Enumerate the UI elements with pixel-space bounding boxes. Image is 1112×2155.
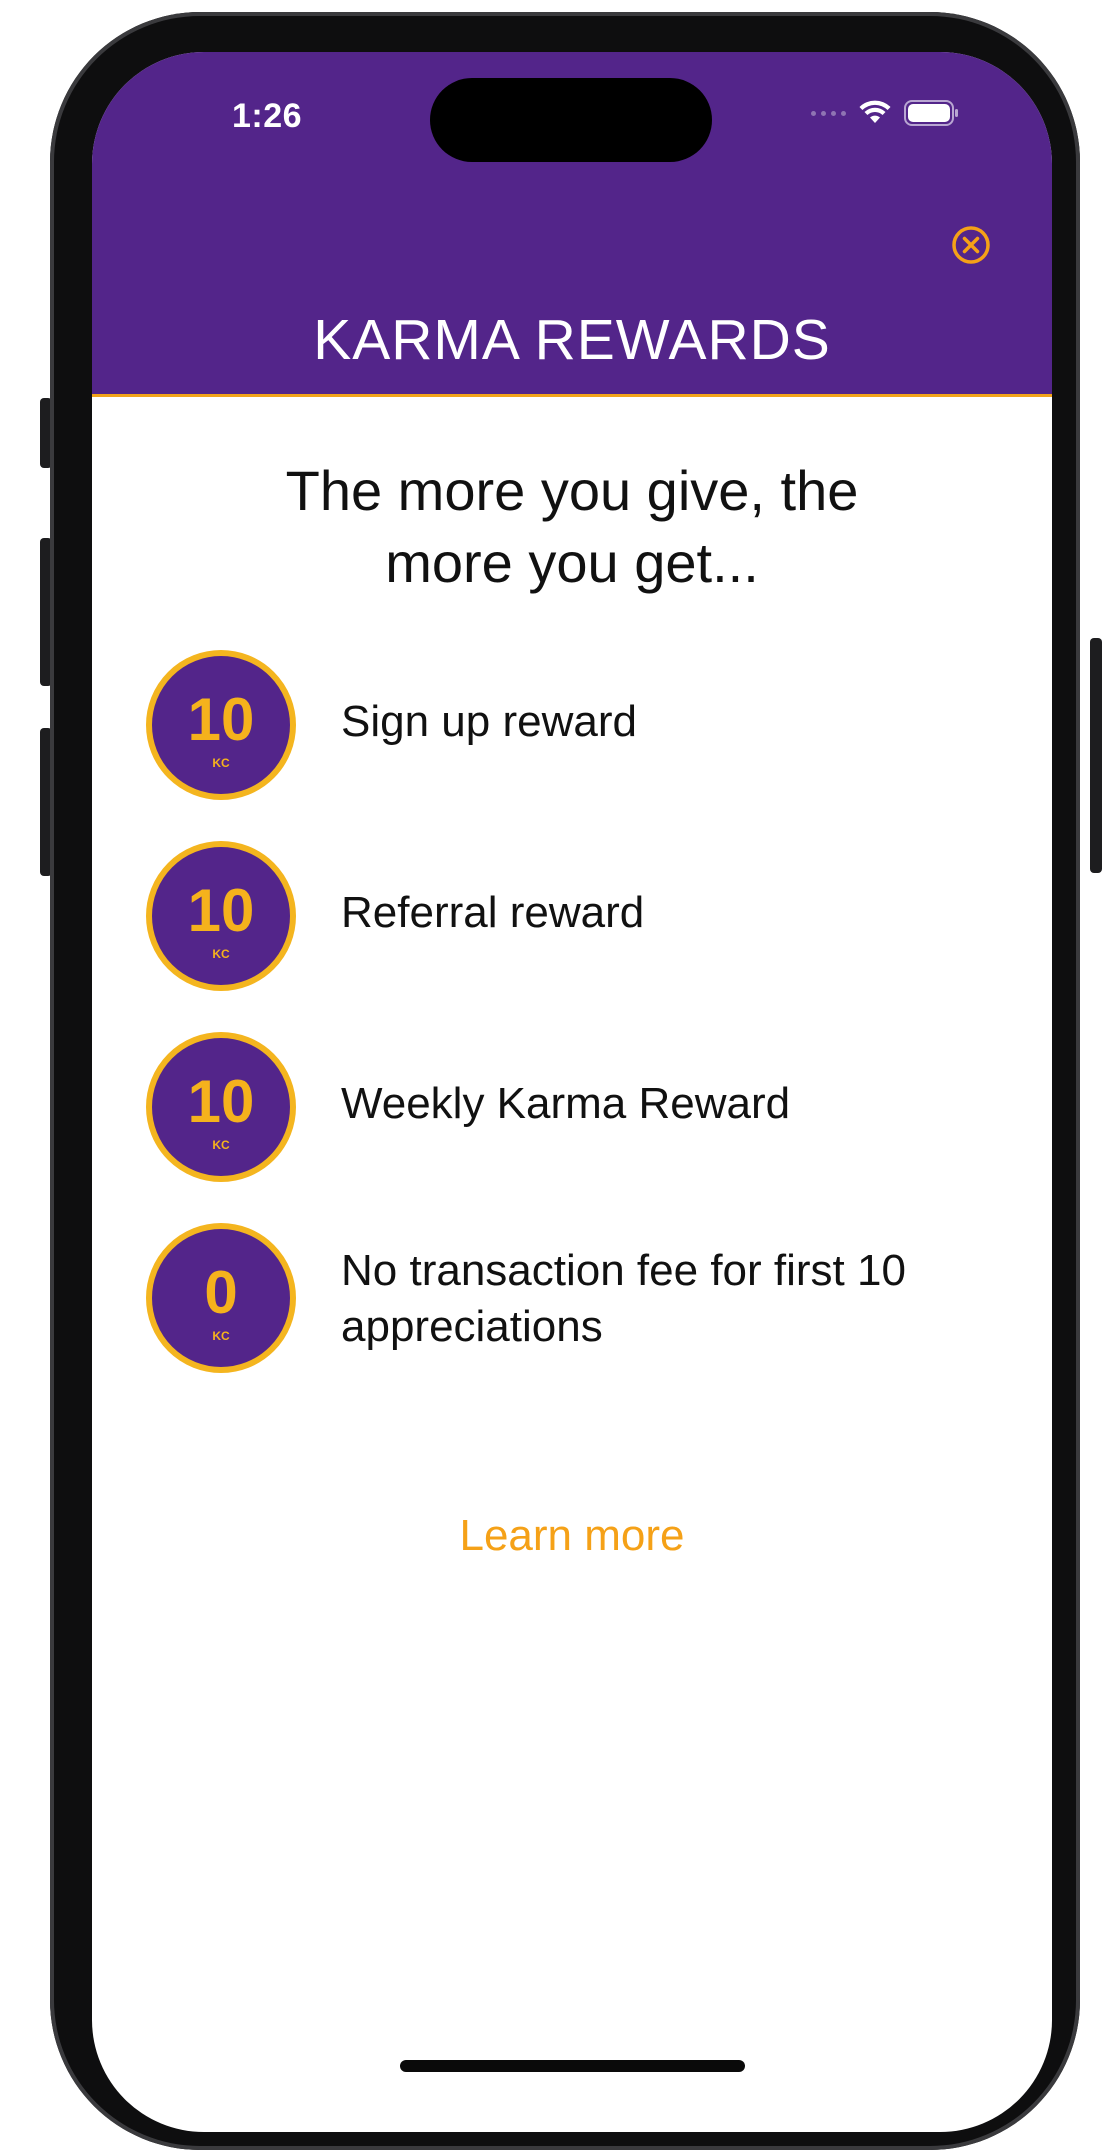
wifi-icon (859, 100, 891, 123)
cellular-signal-icon (811, 110, 846, 116)
learn-more-link[interactable]: Learn more (459, 1511, 684, 1560)
reward-label: Referral reward (341, 888, 645, 937)
reward-item-no-fee: 0 KC No transaction fee for first 10 app… (92, 1223, 1052, 1383)
tagline: The more you give, the more you get... (92, 455, 1052, 599)
karma-coin-icon: 10 KC (146, 841, 296, 991)
coin-unit: KC (212, 1138, 230, 1152)
battery-icon (904, 100, 958, 126)
header-bar: 1:26 KARMA REWARDS (92, 52, 1052, 397)
coin-value: 10 (187, 1068, 255, 1135)
coin-unit: KC (212, 756, 230, 770)
device-stage: 1:26 KARMA REWARDS The more you give, th… (0, 0, 1112, 2155)
app-screen: 1:26 KARMA REWARDS The more you give, th… (92, 52, 1052, 2132)
dynamic-island (430, 78, 712, 162)
reward-item-referral: 10 KC Referral reward (92, 841, 1052, 1001)
reward-item-weekly: 10 KC Weekly Karma Reward (92, 1032, 1052, 1192)
coin-unit: KC (212, 1329, 230, 1343)
reward-item-signup: 10 KC Sign up reward (92, 650, 1052, 810)
reward-label: Sign up reward (341, 697, 637, 746)
tagline-line-1: The more you give, the (285, 459, 859, 522)
karma-coin-icon: 10 KC (146, 1032, 296, 1182)
close-button[interactable] (950, 224, 992, 266)
status-indicators (811, 100, 960, 126)
learn-more-link-row: Learn more (92, 1511, 1052, 1561)
reward-label-line-2: appreciations (341, 1302, 603, 1351)
status-time: 1:26 (232, 97, 303, 135)
coin-value: 10 (187, 877, 255, 944)
reward-label: No transaction fee for first 10 apprecia… (341, 1243, 1021, 1355)
page-title: KARMA REWARDS (313, 308, 831, 372)
tagline-line-2: more you get... (385, 531, 759, 594)
coin-value: 0 (204, 1259, 238, 1326)
reward-label-line-1: No transaction fee for first 10 (341, 1246, 906, 1295)
home-indicator[interactable] (400, 2060, 745, 2072)
karma-coin-icon: 0 KC (146, 1223, 296, 1373)
karma-coin-icon: 10 KC (146, 650, 296, 800)
coin-value: 10 (187, 686, 255, 753)
close-circle-icon (952, 226, 990, 264)
power-button (1090, 638, 1102, 873)
coin-unit: KC (212, 947, 230, 961)
reward-label: Weekly Karma Reward (341, 1079, 791, 1128)
